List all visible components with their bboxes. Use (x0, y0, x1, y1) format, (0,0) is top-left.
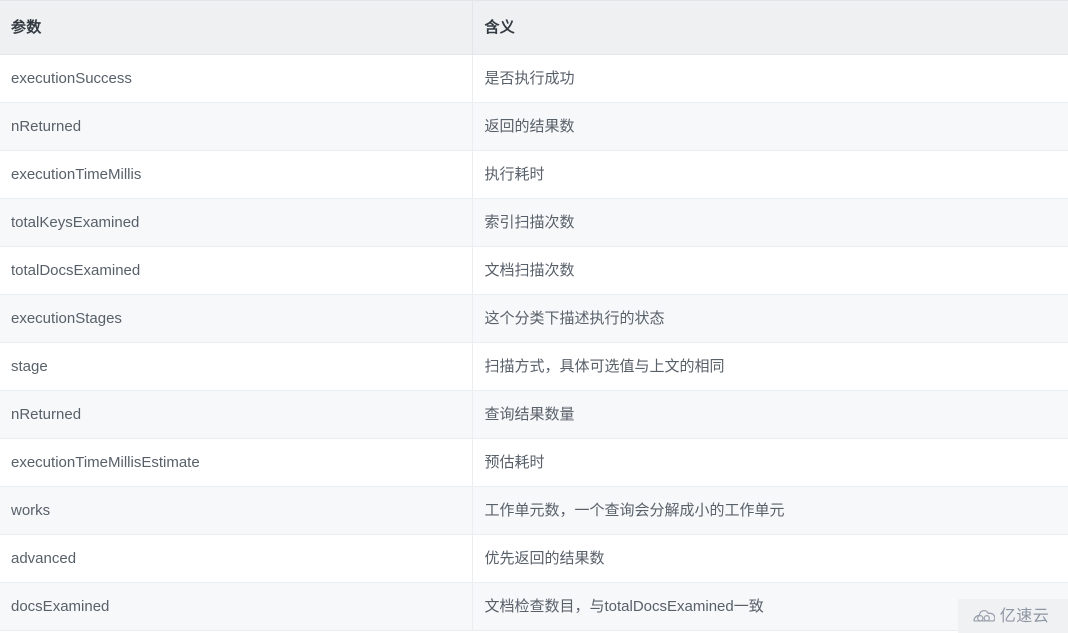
cell-param: executionTimeMillis (0, 150, 472, 199)
cell-meaning: 预估耗时 (471, 438, 1068, 487)
cell-param: executionStages (0, 294, 472, 343)
cell-param: docsExamined (0, 582, 472, 631)
table-row: executionStages 这个分类下描述执行的状态 (0, 294, 1068, 343)
table-row: advanced 优先返回的结果数 (0, 534, 1068, 583)
table-row: executionTimeMillisEstimate 预估耗时 (0, 438, 1068, 487)
cloud-logo-icon (973, 608, 996, 624)
cell-meaning: 工作单元数，一个查询会分解成小的工作单元 (471, 486, 1068, 535)
cell-meaning: 返回的结果数 (471, 102, 1068, 151)
table-row: nReturned 返回的结果数 (0, 102, 1068, 151)
table-header: 参数 含义 (0, 0, 1068, 55)
cell-meaning: 这个分类下描述执行的状态 (471, 294, 1068, 343)
table-row: nReturned 查询结果数量 (0, 390, 1068, 439)
cell-param: totalDocsExamined (0, 246, 472, 295)
cell-param: nReturned (0, 390, 472, 439)
table-row: executionSuccess 是否执行成功 (0, 54, 1068, 103)
parameter-table: 参数 含义 executionSuccess 是否执行成功 nReturned … (0, 0, 1068, 631)
cell-meaning: 文档扫描次数 (471, 246, 1068, 295)
watermark-text: 亿速云 (999, 606, 1050, 625)
cell-param: nReturned (0, 102, 472, 151)
cell-meaning: 索引扫描次数 (471, 198, 1068, 247)
table-row: totalKeysExamined 索引扫描次数 (0, 198, 1068, 247)
cell-meaning: 优先返回的结果数 (471, 534, 1068, 583)
cell-meaning: 扫描方式，具体可选值与上文的相同 (471, 342, 1068, 391)
cell-param: executionTimeMillisEstimate (0, 438, 472, 487)
cell-param: executionSuccess (0, 54, 472, 103)
table-header-row: 参数 含义 (0, 0, 1068, 55)
table-row: docsExamined 文档检查数目，与totalDocsExamined一致 (0, 582, 1068, 631)
watermark: 亿速云 (958, 599, 1068, 633)
table-body: executionSuccess 是否执行成功 nReturned 返回的结果数… (0, 54, 1068, 631)
cell-meaning: 是否执行成功 (471, 54, 1068, 103)
table-row: stage 扫描方式，具体可选值与上文的相同 (0, 342, 1068, 391)
cell-meaning: 执行耗时 (471, 150, 1068, 199)
cell-param: works (0, 486, 472, 535)
cell-param: totalKeysExamined (0, 198, 472, 247)
column-header-meaning: 含义 (471, 0, 1068, 55)
cell-param: advanced (0, 534, 472, 583)
column-header-param: 参数 (0, 0, 472, 55)
table-row: executionTimeMillis 执行耗时 (0, 150, 1068, 199)
table-row: works 工作单元数，一个查询会分解成小的工作单元 (0, 486, 1068, 535)
document-page: 参数 含义 executionSuccess 是否执行成功 nReturned … (0, 0, 1068, 633)
cell-param: stage (0, 342, 472, 391)
cell-meaning: 查询结果数量 (471, 390, 1068, 439)
table-row: totalDocsExamined 文档扫描次数 (0, 246, 1068, 295)
